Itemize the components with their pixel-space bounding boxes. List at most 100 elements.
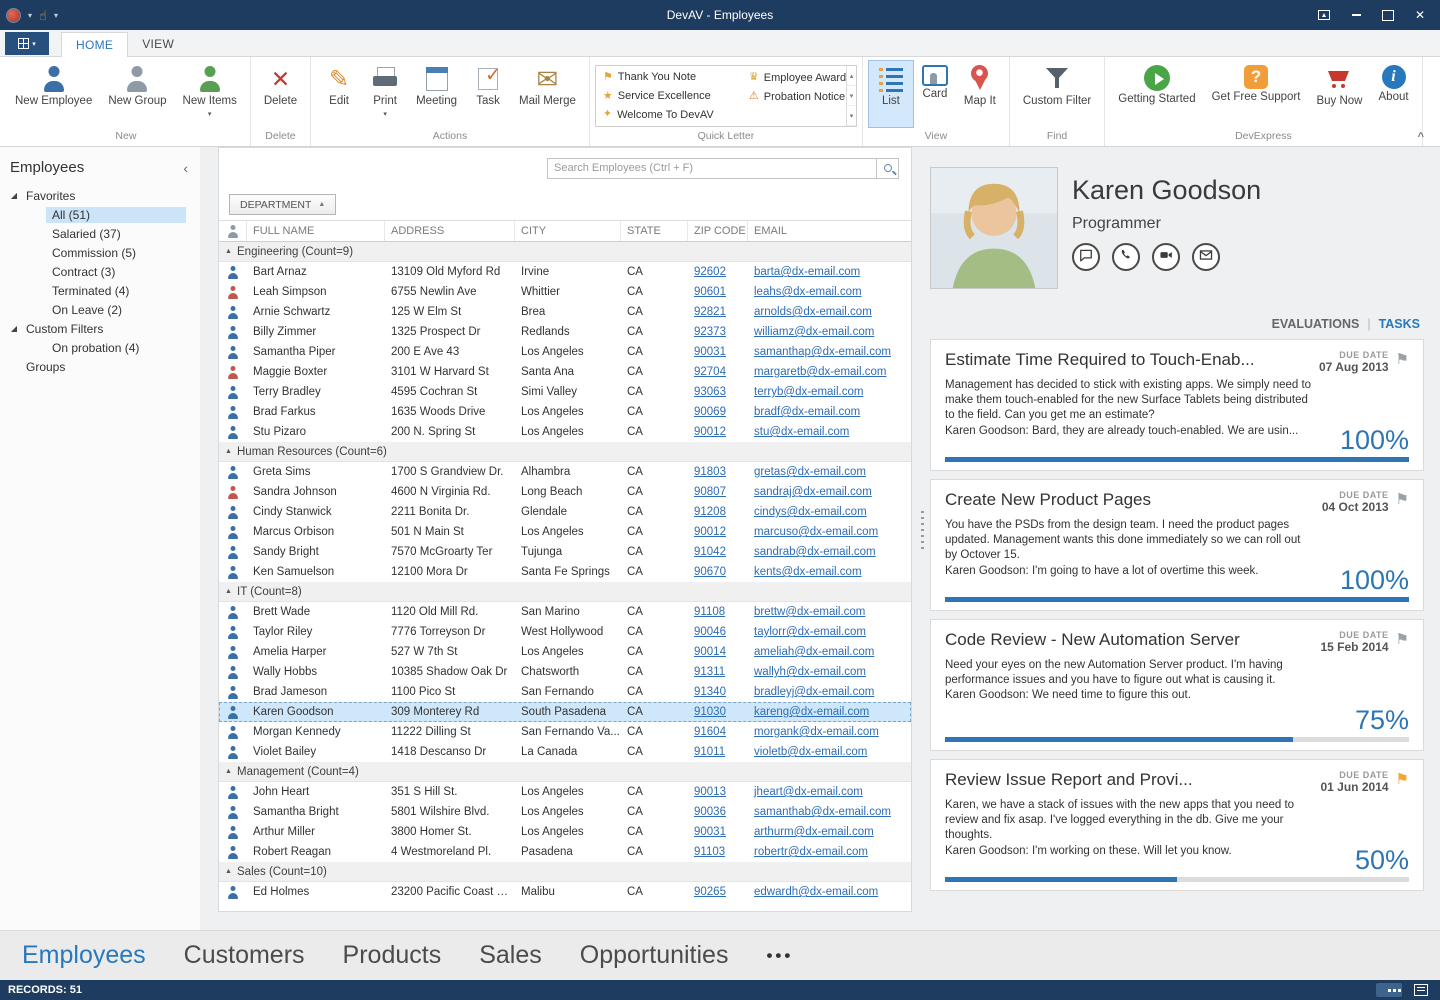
email-link[interactable]: taylorr@dx-email.com bbox=[754, 626, 866, 638]
expander-icon[interactable]: ◢ bbox=[8, 192, 20, 200]
panel-indicator-icon[interactable] bbox=[1414, 984, 1428, 996]
flag-icon[interactable] bbox=[1396, 772, 1409, 787]
gallery-dropdown-button[interactable]: ▾ bbox=[847, 106, 856, 126]
zip-link[interactable]: 91311 bbox=[694, 666, 725, 678]
sidebar-item-custom-filters[interactable]: ◢Custom Filters bbox=[0, 320, 200, 338]
table-row-taylor-riley[interactable]: Taylor Riley7776 Torreyson DrWest Hollyw… bbox=[219, 622, 911, 642]
search-input[interactable] bbox=[548, 159, 876, 178]
collapse-ribbon-icon[interactable] bbox=[1418, 131, 1424, 143]
table-row-john-heart[interactable]: John Heart351 S Hill St.Los AngelesCA900… bbox=[219, 782, 911, 802]
sidebar-item-all-51[interactable]: All (51) bbox=[0, 206, 200, 224]
email-link[interactable]: jheart@dx-email.com bbox=[754, 786, 863, 798]
email-link[interactable]: sandrab@dx-email.com bbox=[754, 546, 876, 558]
zip-link[interactable]: 90012 bbox=[694, 426, 726, 438]
nav-item-sales[interactable]: Sales bbox=[479, 941, 542, 970]
new-group-button[interactable]: New Group bbox=[100, 60, 174, 128]
email-link[interactable]: samanthap@dx-email.com bbox=[754, 346, 891, 358]
table-row-arnie-schwartz[interactable]: Arnie Schwartz125 W Elm StBreaCA92821arn… bbox=[219, 302, 911, 322]
search-button[interactable] bbox=[876, 159, 898, 178]
tab-home[interactable]: HOME bbox=[61, 32, 128, 57]
column-header-city[interactable]: CITY bbox=[515, 221, 621, 241]
email-link[interactable]: stu@dx-email.com bbox=[754, 426, 849, 438]
task-button[interactable]: Task bbox=[465, 60, 511, 128]
get-free-support-button[interactable]: Get Free Support bbox=[1204, 60, 1309, 128]
group-row-management-count-4[interactable]: Management (Count=4) bbox=[219, 762, 911, 782]
table-row-maggie-boxter[interactable]: Maggie Boxter3101 W Harvard StSanta AnaC… bbox=[219, 362, 911, 382]
email-link[interactable]: samanthab@dx-email.com bbox=[754, 806, 891, 818]
edit-button[interactable]: Edit bbox=[316, 60, 362, 128]
zip-link[interactable]: 91340 bbox=[694, 686, 726, 698]
meeting-button[interactable]: Meeting bbox=[408, 60, 465, 128]
zip-link[interactable]: 90014 bbox=[694, 646, 726, 658]
group-by-department-button[interactable]: DEPARTMENT bbox=[229, 194, 336, 215]
sidebar-item-terminated-4[interactable]: Terminated (4) bbox=[0, 282, 200, 300]
column-header-email[interactable]: EMAIL bbox=[748, 221, 911, 241]
group-expander-icon[interactable] bbox=[225, 768, 237, 775]
table-row-brad-jameson[interactable]: Brad Jameson1100 Pico StSan FernandoCA91… bbox=[219, 682, 911, 702]
table-row-violet-bailey[interactable]: Violet Bailey1418 Descanso DrLa CanadaCA… bbox=[219, 742, 911, 762]
zip-link[interactable]: 90012 bbox=[694, 526, 726, 538]
gallery-scroll-down-button[interactable]: ▾ bbox=[847, 86, 856, 106]
close-button[interactable] bbox=[1406, 4, 1434, 26]
tab-tasks[interactable]: TASKS bbox=[1379, 317, 1420, 331]
zip-link[interactable]: 90807 bbox=[694, 486, 726, 498]
table-row-wally-hobbs[interactable]: Wally Hobbs10385 Shadow Oak DrChatsworth… bbox=[219, 662, 911, 682]
quick-access-customize-icon[interactable]: ▾ bbox=[54, 11, 58, 20]
zip-link[interactable]: 90601 bbox=[694, 286, 726, 298]
nav-item-employees[interactable]: Employees bbox=[22, 941, 146, 970]
email-link[interactable]: ameliah@dx-email.com bbox=[754, 646, 874, 658]
zip-link[interactable]: 91108 bbox=[694, 606, 725, 618]
zip-link[interactable]: 91604 bbox=[694, 726, 726, 738]
email-link[interactable]: kents@dx-email.com bbox=[754, 566, 862, 578]
column-header-full-name[interactable]: FULL NAME bbox=[247, 221, 385, 241]
zip-link[interactable]: 90036 bbox=[694, 806, 726, 818]
table-row-samantha-piper[interactable]: Samantha Piper200 E Ave 43Los AngelesCA9… bbox=[219, 342, 911, 362]
flag-icon[interactable] bbox=[1396, 492, 1409, 507]
custom-filter-button[interactable]: Custom Filter bbox=[1015, 60, 1099, 128]
table-row-cindy-stanwick[interactable]: Cindy Stanwick2211 Bonita Dr.GlendaleCA9… bbox=[219, 502, 911, 522]
table-row-sandra-johnson[interactable]: Sandra Johnson4600 N Virginia Rd.Long Be… bbox=[219, 482, 911, 502]
grid-header-icon-cell[interactable] bbox=[219, 221, 247, 241]
task-card-estimate-time-required-to-touch-enab[interactable]: Estimate Time Required to Touch-Enab...D… bbox=[930, 339, 1424, 471]
email-link[interactable]: leahs@dx-email.com bbox=[754, 286, 862, 298]
zip-link[interactable]: 90013 bbox=[694, 786, 726, 798]
zip-link[interactable]: 91011 bbox=[694, 746, 725, 758]
sidebar-item-groups[interactable]: Groups bbox=[0, 358, 200, 376]
zip-link[interactable]: 90031 bbox=[694, 826, 726, 838]
new-items-button[interactable]: New Items▾ bbox=[175, 60, 245, 128]
email-link[interactable]: terryb@dx-email.com bbox=[754, 386, 863, 398]
tab-view[interactable]: VIEW bbox=[128, 32, 188, 56]
sidebar-collapse-icon[interactable]: ‹ bbox=[183, 161, 188, 175]
sidebar-item-favorites[interactable]: ◢Favorites bbox=[0, 187, 200, 205]
sidebar-item-commission-5[interactable]: Commission (5) bbox=[0, 244, 200, 262]
gallery-scroll-up-button[interactable]: ▴ bbox=[847, 66, 856, 86]
card-button[interactable]: Card bbox=[914, 60, 956, 128]
tab-evaluations[interactable]: EVALUATIONS bbox=[1272, 317, 1360, 331]
table-row-bart-arnaz[interactable]: Bart Arnaz13109 Old Myford RdIrvineCA926… bbox=[219, 262, 911, 282]
zip-link[interactable]: 91103 bbox=[694, 846, 725, 858]
email-link[interactable]: arthurm@dx-email.com bbox=[754, 826, 874, 838]
sidebar-item-on-leave-2[interactable]: On Leave (2) bbox=[0, 301, 200, 319]
group-row-engineering-count-9[interactable]: Engineering (Count=9) bbox=[219, 242, 911, 262]
column-header-zip-code[interactable]: ZIP CODE bbox=[688, 221, 748, 241]
quick-access-caret-icon[interactable]: ▾ bbox=[28, 11, 32, 20]
sidebar-item-on-probation-4[interactable]: On probation (4) bbox=[0, 339, 200, 357]
table-row-samantha-bright[interactable]: Samantha Bright5801 Wilshire Blvd.Los An… bbox=[219, 802, 911, 822]
table-row-morgan-kennedy[interactable]: Morgan Kennedy11222 Dilling StSan Fernan… bbox=[219, 722, 911, 742]
ribbon-display-options-button[interactable] bbox=[1310, 4, 1338, 26]
nav-item-products[interactable]: Products bbox=[343, 941, 442, 970]
nav-item-opportunities[interactable]: Opportunities bbox=[580, 941, 729, 970]
email-link[interactable]: edwardh@dx-email.com bbox=[754, 886, 878, 898]
email-link[interactable]: margaretb@dx-email.com bbox=[754, 366, 886, 378]
group-expander-icon[interactable] bbox=[225, 248, 237, 255]
zip-link[interactable]: 91208 bbox=[694, 506, 726, 518]
getting-started-button[interactable]: Getting Started bbox=[1110, 60, 1203, 128]
table-row-stu-pizaro[interactable]: Stu Pizaro200 N. Spring StLos AngelesCA9… bbox=[219, 422, 911, 442]
mail-button[interactable] bbox=[1192, 243, 1220, 271]
task-card-create-new-product-pages[interactable]: Create New Product PagesDUE DATE04 Oct 2… bbox=[930, 479, 1424, 611]
file-menu-button[interactable]: ▾ bbox=[5, 32, 49, 55]
table-row-terry-bradley[interactable]: Terry Bradley4595 Cochran StSimi ValleyC… bbox=[219, 382, 911, 402]
video-button[interactable] bbox=[1152, 243, 1180, 271]
group-row-sales-count-10[interactable]: Sales (Count=10) bbox=[219, 862, 911, 882]
email-link[interactable]: bradleyj@dx-email.com bbox=[754, 686, 874, 698]
